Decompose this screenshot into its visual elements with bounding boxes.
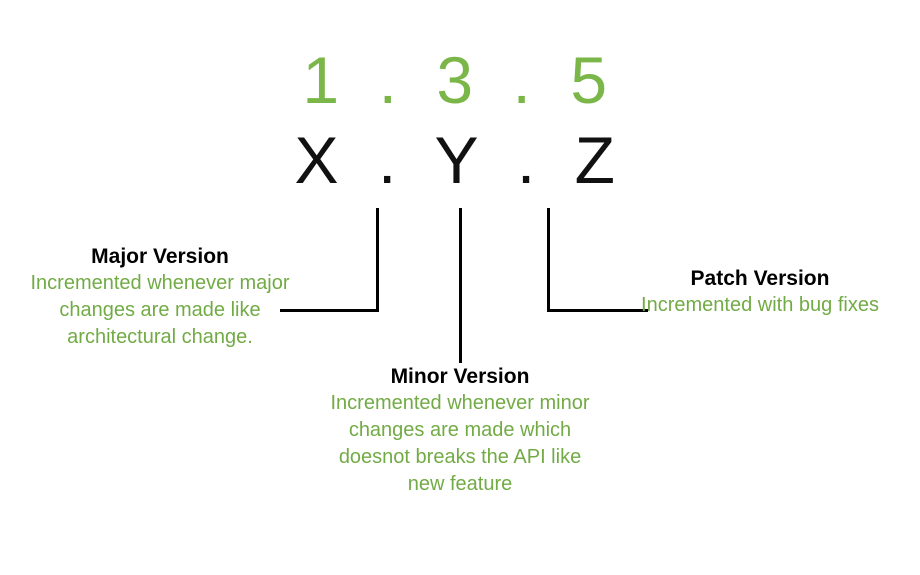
callout-patch-version: Patch Version Incremented with bug fixes: [635, 265, 885, 319]
callout-patch-title: Patch Version: [690, 267, 830, 290]
patch-leader-line: [547, 208, 648, 312]
callout-major-version: Major Version Incremented whenever major…: [30, 243, 290, 351]
callout-minor-title: Minor Version: [390, 365, 530, 388]
callout-major-description: Incremented whenever major changes are m…: [30, 272, 290, 348]
callout-patch-description: Incremented with bug fixes: [641, 294, 879, 316]
callout-minor-description: Incremented whenever minor changes are m…: [330, 392, 590, 495]
major-leader-line: [280, 208, 379, 312]
callout-minor-version: Minor Version Incremented whenever minor…: [330, 363, 590, 498]
semantic-version-diagram: 1 . 3 . 5 X . Y . Z Major Version Increm…: [0, 0, 920, 575]
callout-major-title: Major Version: [91, 245, 229, 268]
